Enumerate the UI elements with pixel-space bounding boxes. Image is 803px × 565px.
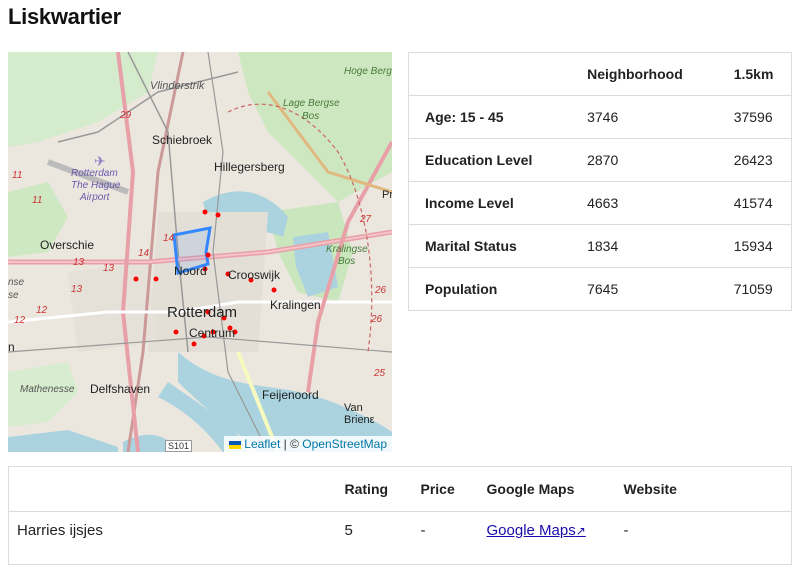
road-number: 12 [36,305,48,316]
map-label: Mathenesse [20,384,75,395]
column-header: Price [420,481,455,497]
column-header: Google Maps [486,481,575,497]
map-label: Hillegersberg [214,160,285,174]
table-row: Education Level 2870 26423 [408,138,792,182]
road-number: 14 [138,248,150,259]
map-label: Feijenoord [262,388,319,402]
radius-value: 15934 [717,224,792,268]
table-header-row: Rating Price Google Maps Website [9,467,792,512]
table-row: Income Level 4663 41574 [408,181,792,225]
row-label: Population [408,267,572,311]
map-label: Lage Bergse [283,98,340,109]
map-label: Bos [302,111,320,122]
places-table: Rating Price Google Maps Website Harries… [8,466,792,565]
row-label: Marital Status [408,224,572,268]
map-label: Hoge Berg [344,66,392,77]
row-label: Income Level [408,181,572,225]
neighborhood-map[interactable]: ✈ Vlinderstrik Schiebroek Hillegersberg … [8,52,392,452]
road-number: 26 [371,314,383,325]
column-header: Website [623,481,677,497]
road-number: 13 [73,257,85,268]
osm-link[interactable]: OpenStreetMap [302,437,387,451]
map-label: se [8,290,19,301]
map-attribution: Leaflet | © OpenStreetMap [224,436,392,452]
place-website: - [615,511,792,565]
road-number: 13 [103,263,115,274]
place-price: - [412,511,479,565]
google-maps-link[interactable]: Google Maps↗ [487,522,586,539]
external-link-icon: ↗ [575,524,586,538]
neighborhood-value: 1834 [571,224,718,268]
map-label: n [8,340,15,354]
table-row: Marital Status 1834 15934 [408,224,792,268]
ukraine-flag-icon [229,441,242,449]
map-label: S101 [165,440,193,452]
table-row: Population 7645 71059 [408,267,792,311]
table-header-row: Neighborhood 1.5km [409,53,792,96]
neighborhood-value: 2870 [571,138,718,182]
radius-value: 26423 [717,138,792,182]
map-label: Airport [80,192,110,203]
road-number: 12 [14,315,26,326]
map-label: Bos [338,256,356,267]
map-label: Delfshaven [90,382,151,396]
map-label: Overschie [40,238,95,252]
neighborhood-value: 7645 [571,267,718,311]
map-label: Vlinderstrik [150,80,205,92]
map-label: Schiebroek [152,133,213,147]
road-number: 27 [360,214,372,225]
road-number: 26 [375,285,387,296]
demographics-table: Neighborhood 1.5km Age: 15 - 45 3746 375… [408,52,792,311]
map-label: Pr [382,189,392,201]
neighborhood-value: 3746 [571,95,718,139]
road-number: 14 [163,233,175,244]
map-label: Kralingen [270,298,321,312]
leaflet-link[interactable]: Leaflet [244,437,280,451]
map-label: The Hague [71,180,121,191]
map-label: Rotterdam [71,168,118,179]
column-header: Neighborhood [587,66,683,82]
map-label: Van Brienε [344,402,375,426]
neighborhood-value: 4663 [571,181,718,225]
road-number: 11 [12,170,23,181]
road-number: 29 [120,110,132,121]
column-header [9,467,337,512]
place-name: Harries ijsjes [8,511,337,565]
page-title: Liskwartier [8,4,121,29]
column-header: Rating [344,481,389,497]
radius-value: 37596 [717,95,792,139]
map-label: Crooswijk [228,268,281,282]
map-label: Kralingse [326,244,368,255]
row-label: Education Level [408,138,572,182]
row-label: Age: 15 - 45 [408,95,572,139]
map-label: nse [8,277,25,288]
table-row: Harries ijsjes 5 - Google Maps↗ - [8,511,792,565]
map-label: Centrum [189,326,236,340]
road-number: 25 [374,368,386,379]
column-header [409,53,572,96]
table-row: Age: 15 - 45 3746 37596 [408,95,792,139]
road-number: 13 [71,284,83,295]
road-number: 11 [32,195,43,206]
place-rating: 5 [336,511,413,565]
radius-value: 41574 [717,181,792,225]
radius-value: 71059 [717,267,792,311]
map-label: Rotterdam [167,304,238,321]
column-header: 1.5km [733,66,774,82]
map-label: Noord [174,264,207,278]
